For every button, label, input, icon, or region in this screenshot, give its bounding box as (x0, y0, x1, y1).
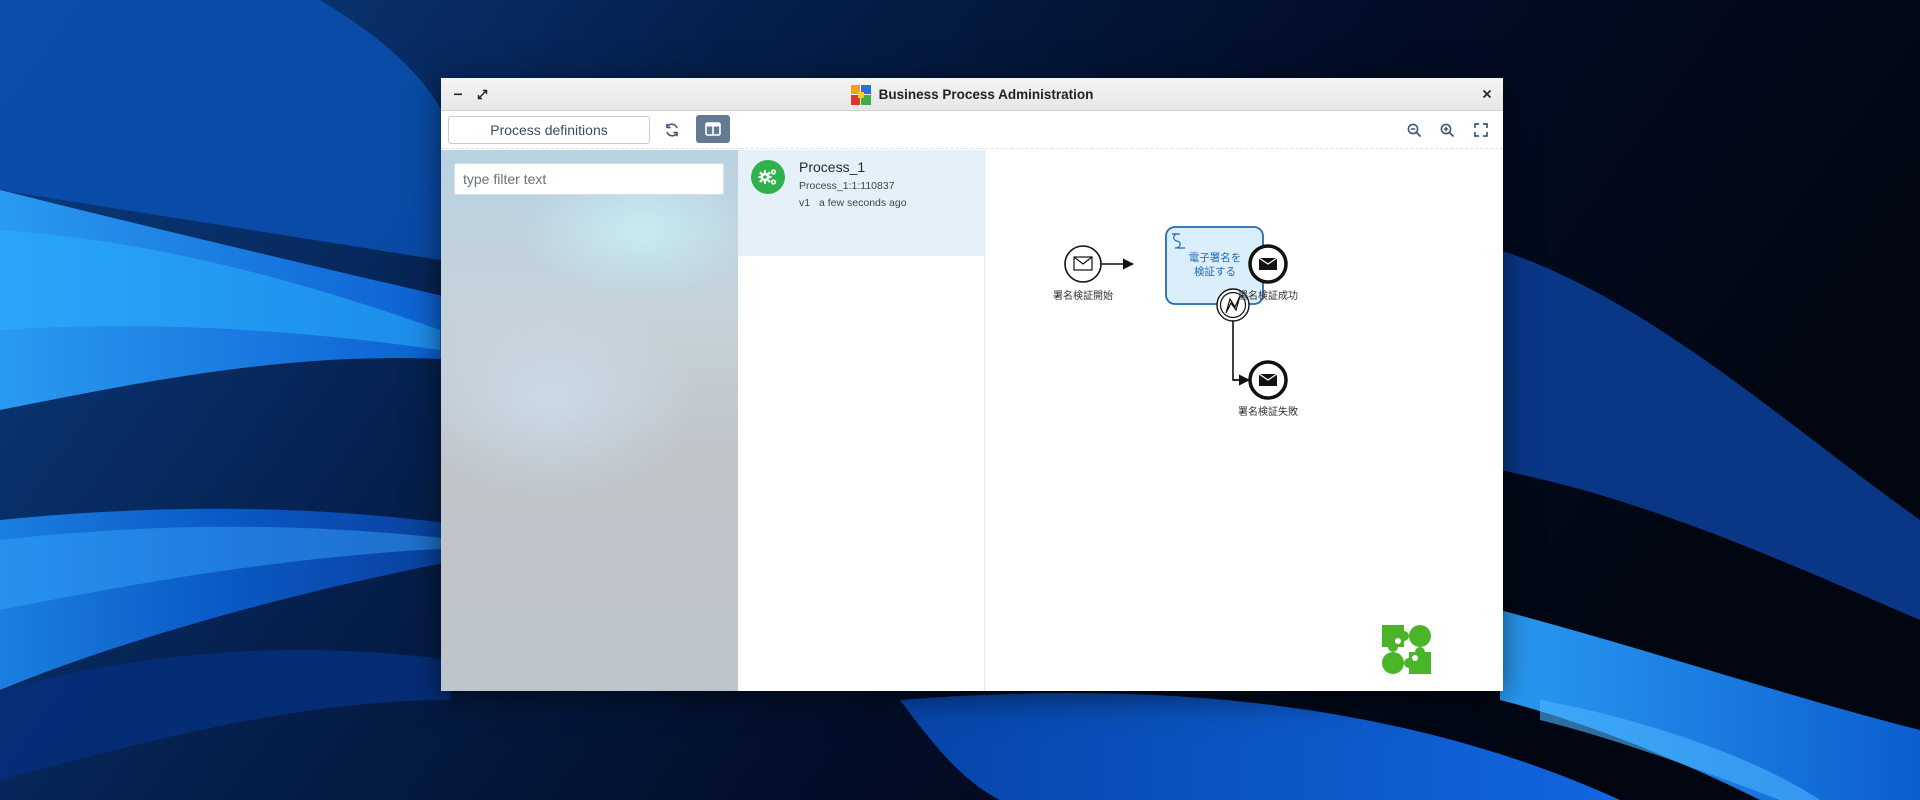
task-label-line-2: 検証する (1194, 265, 1236, 278)
app-window: Business Process Administration Process … (441, 78, 1503, 691)
fit-to-screen-button[interactable] (1468, 117, 1494, 143)
maximize-button[interactable] (472, 84, 492, 104)
process-gears-icon (751, 160, 785, 194)
view-selector-label: Process definitions (490, 122, 608, 138)
filter-panel (441, 150, 738, 691)
process-version: v1 (799, 197, 811, 209)
start-message-event[interactable] (1064, 245, 1102, 283)
bpmn-diagram-canvas[interactable]: 署名検証開始 電子署名を 検証する 署名検証成功 署名検証失敗 (986, 150, 1503, 691)
end-message-event-failure[interactable] (1248, 360, 1288, 400)
view-selector-dropdown[interactable]: Process definitions (448, 116, 650, 144)
end-message-event-success[interactable] (1248, 244, 1288, 284)
toolbar: Process definitions (441, 111, 1503, 149)
refresh-button[interactable] (658, 116, 686, 144)
zoom-in-icon (1440, 123, 1454, 137)
end-failure-label: 署名検証失敗 (1238, 405, 1298, 418)
zoom-out-button[interactable] (1401, 117, 1427, 143)
title-bar: Business Process Administration (441, 78, 1503, 111)
bpmn-diagram: 署名検証開始 電子署名を 検証する 署名検証成功 署名検証失敗 (1053, 226, 1431, 674)
minimize-icon (454, 93, 462, 96)
filter-input[interactable] (454, 163, 724, 195)
window-title: Business Process Administration (878, 87, 1094, 102)
process-definition-id: Process_1:1:110837 (799, 180, 895, 192)
panel-glow (441, 300, 701, 500)
refresh-icon (666, 123, 678, 137)
end-success-label: 署名検証成功 (1238, 289, 1298, 302)
layout-toggle-button[interactable] (696, 115, 730, 143)
puzzle-logo (1382, 625, 1431, 674)
process-deploy-time: a few seconds ago (819, 197, 907, 209)
process-list: Process_1 Process_1:1:110837 v1 a few se… (738, 150, 985, 691)
minimize-button[interactable] (448, 84, 468, 104)
close-button[interactable] (1477, 84, 1497, 104)
expand-arrows-icon (477, 89, 487, 99)
zoom-in-button[interactable] (1434, 117, 1460, 143)
columns-layout-icon (705, 122, 721, 136)
process-list-item[interactable]: Process_1 Process_1:1:110837 v1 a few se… (738, 150, 984, 256)
process-name: Process_1 (799, 159, 866, 175)
start-event-label: 署名検証開始 (1053, 289, 1113, 302)
task-label-line-1: 電子署名を (1189, 251, 1242, 264)
close-icon (1482, 89, 1492, 99)
zoom-out-icon (1407, 123, 1421, 137)
app-logo-icon (850, 84, 871, 105)
fullscreen-icon (1474, 123, 1488, 137)
